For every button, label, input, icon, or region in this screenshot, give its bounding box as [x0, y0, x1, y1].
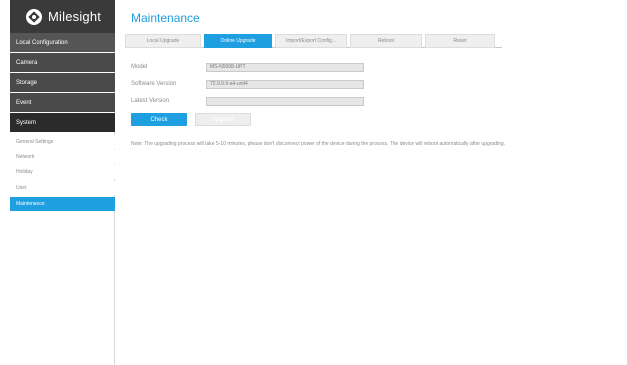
brand-logo: Milesight: [10, 0, 115, 33]
tab-online-upgrade[interactable]: Online Upgrade: [204, 34, 272, 48]
sidebar-item-camera[interactable]: Camera: [10, 53, 115, 72]
software-version-field: 72.9.0.9-a4-unit4: [206, 80, 364, 89]
sidebar-item-local-configuration[interactable]: Local Configuration: [10, 33, 115, 52]
sidebar-subitem-general-settings[interactable]: General Settings: [10, 135, 115, 149]
latest-version-field: [206, 97, 364, 106]
tab-bar: Local Upgrade Online Upgrade Import/Expo…: [125, 34, 502, 48]
tab-local-upgrade[interactable]: Local Upgrade: [125, 34, 201, 48]
tab-import-export-config[interactable]: Import/Export Config...: [275, 34, 347, 48]
latest-version-label: Latest Version: [131, 98, 170, 104]
sidebar-item-storage[interactable]: Storage: [10, 73, 115, 92]
sidebar: Milesight Local Configuration Camera Sto…: [10, 0, 115, 365]
model-label: Model: [131, 64, 148, 70]
sidebar-subitem-maintenance[interactable]: Maintenance: [10, 197, 115, 211]
milesight-logo-icon: [26, 8, 42, 25]
sidebar-subitem-network[interactable]: Network: [10, 150, 115, 164]
tab-reboot[interactable]: Reboot: [350, 34, 422, 48]
software-version-label: Software Version: [131, 81, 177, 87]
upgrade-note: Note: The upgrading process will take 5-…: [131, 141, 506, 147]
check-button[interactable]: Check: [131, 113, 187, 126]
app-window: Milesight Local Configuration Camera Sto…: [0, 0, 627, 365]
brand-name: Milesight: [48, 9, 102, 24]
sidebar-item-system[interactable]: System: [10, 113, 115, 132]
page-title: Maintenance: [131, 11, 200, 25]
upgrade-button[interactable]: Upgrade: [195, 113, 251, 126]
sidebar-subitem-holiday[interactable]: Holiday: [10, 165, 115, 179]
tab-reset[interactable]: Reset: [425, 34, 495, 48]
sidebar-subitem-user[interactable]: User: [10, 181, 115, 195]
model-field: MS-N5008-UPT: [206, 63, 364, 72]
sidebar-item-event[interactable]: Event: [10, 93, 115, 112]
